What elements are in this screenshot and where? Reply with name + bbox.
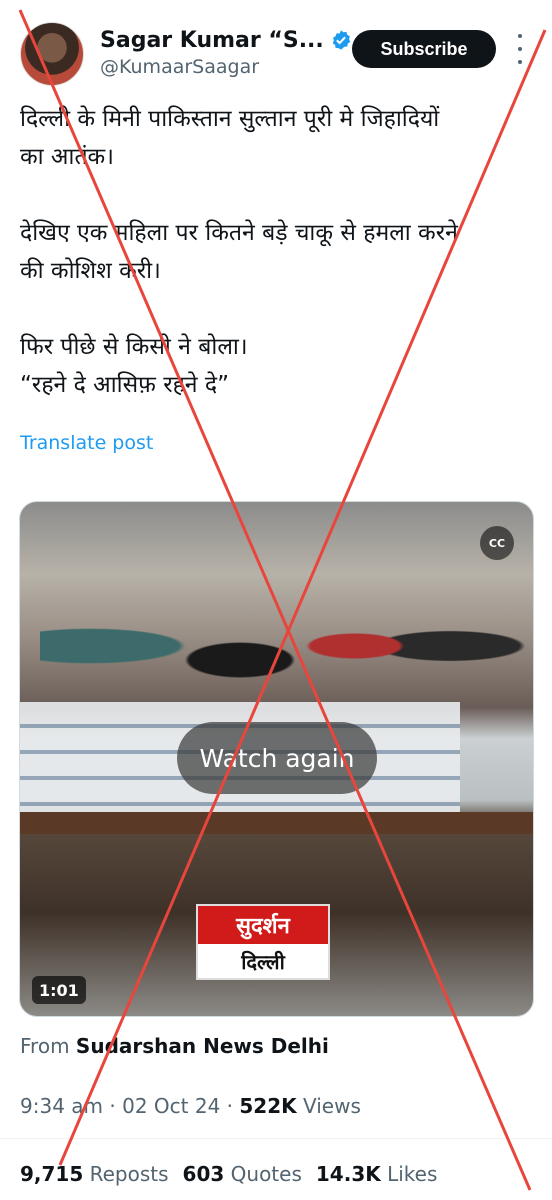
reposts-label: Reposts <box>89 1162 169 1186</box>
post-line: का आतंक। <box>20 144 114 170</box>
author-name-row[interactable]: Sagar Kumar “S... <box>100 24 352 56</box>
post-header: Sagar Kumar “S... @KumaarSaagar Subscrib… <box>0 0 552 100</box>
likes-label: Likes <box>387 1162 438 1186</box>
divider <box>0 1138 552 1139</box>
subscribe-button[interactable]: Subscribe <box>352 30 496 68</box>
more-vertical-icon[interactable] <box>512 34 528 64</box>
quotes-count: 603 <box>182 1162 225 1186</box>
author-display-name[interactable]: Sagar Kumar “S... <box>100 28 324 53</box>
closed-captions-icon[interactable]: CC <box>480 526 514 560</box>
channel-logo-top: सुदर्शन <box>198 906 328 944</box>
author-handle[interactable]: @KumaarSaagar <box>100 56 259 78</box>
meta-separator: · <box>226 1094 234 1118</box>
meta-separator: · <box>109 1094 116 1118</box>
post-line: देखिए एक महिला पर कितने बड़े चाकू से हमल… <box>20 220 458 246</box>
views-label: Views <box>302 1094 361 1118</box>
channel-logo: सुदर्शन दिल्ली <box>196 904 330 980</box>
post-line: की कोशिश करी। <box>20 258 161 284</box>
engagement-stats: 9,715 Reposts 603 Quotes 14.3K Likes <box>20 1162 437 1186</box>
avatar[interactable] <box>20 22 84 86</box>
translate-post-link[interactable]: Translate post <box>20 432 153 454</box>
source-name-link[interactable]: Sudarshan News Delhi <box>76 1034 329 1058</box>
video-player[interactable]: CC Watch again सुदर्शन दिल्ली 1:01 <box>19 501 534 1017</box>
post-line: फिर पीछे से किसी ने बोला। <box>20 334 248 360</box>
post-line: “रहने दे आसिफ़ रहने दे” <box>20 372 230 398</box>
reposts-count: 9,715 <box>20 1162 84 1186</box>
watch-again-button[interactable]: Watch again <box>177 722 377 794</box>
video-duration: 1:01 <box>32 976 86 1004</box>
verified-badge-icon <box>332 30 350 50</box>
post-time[interactable]: 9:34 am <box>20 1094 103 1118</box>
likes-count: 14.3K <box>315 1162 381 1186</box>
views-count: 522K <box>239 1094 297 1118</box>
source-attribution: From Sudarshan News Delhi <box>20 1034 329 1058</box>
quotes-label: Quotes <box>230 1162 302 1186</box>
post-line: दिल्ली के मिनी पाकिस्तान सुल्तान पूरी मे… <box>20 106 440 132</box>
post-text: दिल्ली के मिनी पाकिस्तान सुल्तान पूरी मे… <box>20 100 535 404</box>
video-frame-shelf <box>20 812 533 834</box>
post-date[interactable]: 02 Oct 24 <box>122 1094 220 1118</box>
source-prefix: From <box>20 1034 70 1058</box>
reposts-stat[interactable]: 9,715 Reposts <box>20 1162 169 1186</box>
post-meta: 9:34 am · 02 Oct 24 · 522K Views <box>20 1094 361 1118</box>
likes-stat[interactable]: 14.3K Likes <box>316 1162 438 1186</box>
channel-logo-bottom: दिल्ली <box>241 949 285 974</box>
quotes-stat[interactable]: 603 Quotes <box>183 1162 302 1186</box>
video-frame-crowd <box>40 562 533 702</box>
